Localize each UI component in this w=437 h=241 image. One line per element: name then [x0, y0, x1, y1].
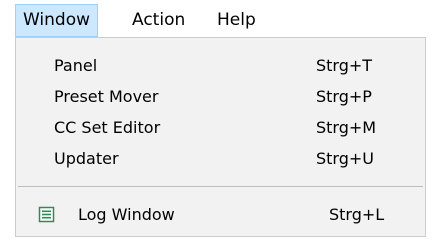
menu-item-shortcut: Strg+M	[316, 118, 377, 137]
menu-item-cc-set-editor[interactable]: CC Set Editor Strg+M	[16, 114, 425, 141]
menu-item-log-window[interactable]: Log Window Strg+L	[16, 201, 425, 228]
menu-item-shortcut: Strg+P	[316, 87, 372, 106]
menu-help[interactable]: Help	[209, 4, 264, 37]
menu-item-label: Panel	[54, 56, 98, 75]
menu-window[interactable]: Window	[15, 4, 99, 37]
menu-bar: Window Action Help	[0, 0, 437, 39]
menu-item-label: Updater	[54, 149, 119, 168]
log-list-icon	[38, 206, 55, 223]
window-menu-dropdown: Panel Strg+T Preset Mover Strg+P CC Set …	[15, 37, 426, 237]
menu-item-updater[interactable]: Updater Strg+U	[16, 145, 425, 172]
menu-item-preset-mover[interactable]: Preset Mover Strg+P	[16, 83, 425, 110]
menu-separator	[18, 186, 423, 187]
menu-item-label: Preset Mover	[54, 87, 159, 106]
menu-item-shortcut: Strg+T	[316, 56, 373, 75]
menu-item-shortcut: Strg+L	[329, 205, 385, 224]
menu-item-shortcut: Strg+U	[316, 149, 374, 168]
menu-item-panel[interactable]: Panel Strg+T	[16, 52, 425, 79]
menu-item-label: CC Set Editor	[54, 118, 161, 137]
menu-action[interactable]: Action	[124, 4, 193, 37]
menu-item-label: Log Window	[78, 205, 175, 224]
